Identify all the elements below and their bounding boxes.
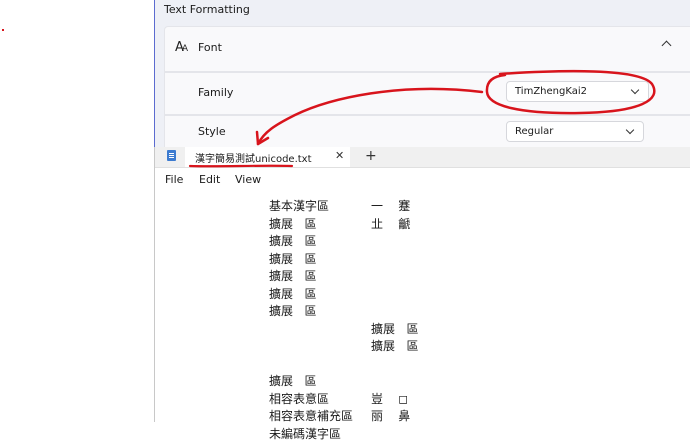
font-section-label: Font xyxy=(198,41,222,54)
family-label: Family xyxy=(198,86,233,99)
text-line: 𠀀 𠀀 𠀀 𠀀 𠀀 𠀀 𠀀 𠀀 擴展𠀀 𠀀 𠀀 區 𰀀 𠀀 𠀀 𠀀 𰀀 xyxy=(155,337,690,355)
text-line: 𠀀 𠀀 𠀀 𠀀 𠀀 𠀀 𠀀 擴展𠀀 𠀀 𠀀 區 𫝀𠀀 𠀀 𠀀 𠀀 𫠝 xyxy=(155,267,690,285)
text-line-c1: 𠀀 𠀀 𠀀 𠀀 𠀀 𠀀 𠀀 xyxy=(165,392,204,403)
text-line-c1: 𠀀 𠀀 𠀀 𠀀 𠀀 𠀀 𠀀 xyxy=(165,287,204,298)
text-line-c2: 基本漢字區 xyxy=(269,197,329,214)
text-line-c1: 𠀀 𠀀 𠀀 𠀀 𠀀 𠀀 𠀀 xyxy=(165,217,204,228)
menu-view[interactable]: View xyxy=(235,173,261,186)
style-setting-row: Style Regular xyxy=(164,115,690,149)
tab-title: 漢字簡易測試unicode.txt xyxy=(195,150,312,165)
text-line-c2: 相容表意區 xyxy=(269,390,329,407)
family-dropdown-value: TimZhengKai2 xyxy=(515,86,587,97)
text-line-c1: 𠀀 𠀀 𠀀 𠀀 𠀀 𠀀 𠀀 xyxy=(165,234,204,245)
text-line-c4: 𰀀 𠀀 𠀀 𠀀 𰀀 xyxy=(475,320,490,334)
text-line-c3: 𪜀𠀀 𠀀 𠀀 𠀀 𫜴 xyxy=(371,250,386,264)
text-line: 𠀀 𠀀 𠀀 𠀀 𠀀 𠀀 𠀀 擴展𠀀 𠀀 𠀀 區 xyxy=(155,372,690,390)
text-line-c3: 𠀀 𠀀 𠀀 𠀀 𠀀 xyxy=(371,425,386,439)
text-line-c1: 𠀀 𠀀 𠀀 𠀀 𠀀 𠀀 𠀀 xyxy=(165,199,204,210)
text-line: 𠀀 𠀀 𠀀 𠀀 𠀀 𠀀 𠀀 𠀀 𠀀 擴展𠀀 𠀀 𠀀 區 𰀀 𠀀 𠀀 𠀀 𰀀 xyxy=(155,320,690,338)
text-line-c1: 𠀀 𠀀 𠀀 𠀀 𠀀 𠀀 𠀀 xyxy=(165,252,204,263)
text-line: 𠀀 𠀀 𠀀 𠀀 𠀀 𠀀 𠀀 擴展𠀀 𠀀 𠀀 區 𪜀𠀀 𠀀 𠀀 𠀀 𫜴 xyxy=(155,250,690,268)
menu-file[interactable]: File xyxy=(165,173,183,186)
text-line-c1: 𠀀 𠀀 𠀀 𠀀 𠀀 𠀀 𠀀 𠀀 𠀀 xyxy=(165,357,216,368)
text-line-c2: 擴展𠀀 𠀀 𠀀 區 xyxy=(269,232,316,249)
text-line-c3: 𬺰𠀀 𠀀 𠀀 𠀀 𮯠 xyxy=(371,302,386,316)
text-line-c2: 未編碼漢字區 xyxy=(269,425,341,442)
font-section-header[interactable]: AA Font xyxy=(164,26,690,72)
text-line-c3: 擴展𠀀 𠀀 𠀀 區 xyxy=(371,337,418,354)
text-line-c1: 𠀀 𠀀 𠀀 𠀀 𠀀 𠀀 𠀀 xyxy=(165,304,204,315)
family-dropdown[interactable]: TimZhengKai2 xyxy=(506,81,649,102)
settings-title: Text Formatting xyxy=(164,3,250,16)
text-line-c3: 𫝀𠀀 𠀀 𠀀 𠀀 𫠝 xyxy=(371,267,386,281)
text-line: 𠀀 𠀀 𠀀 𠀀 𠀀 𠀀 𠀀 相容表意補充區 丽𠀀 𠀀 𠀀 𠀀 鼻 xyxy=(155,407,690,425)
text-line-c2: 擴展𠀀 𠀀 𠀀 區 xyxy=(269,285,316,302)
text-line-c1: 𠀀 𠀀 𠀀 𠀀 𠀀 𠀀 𠀀 𠀀 xyxy=(165,339,210,350)
text-formatting-panel: Text Formatting AA Font Family TimZhengK… xyxy=(154,0,690,147)
text-line-c4: 𰀀 𠀀 𠀀 𠀀 𰀀 xyxy=(475,337,490,351)
stray-red-dot xyxy=(2,29,4,31)
text-line-c3: 擴展𠀀 𠀀 𠀀 區 xyxy=(371,320,418,337)
text-line: 𠀀 𠀀 𠀀 𠀀 𠀀 𠀀 𠀀 擴展𠀀 𠀀 𠀀 區 㐀𠀀 𠀀 𠀀 𠀀 䶵 xyxy=(155,215,690,233)
menu-bar: File Edit View xyxy=(155,168,690,190)
family-setting-row: Family TimZhengKai2 xyxy=(164,72,690,115)
menu-edit[interactable]: Edit xyxy=(199,173,220,186)
text-line-c1: 𠀀 𠀀 𠀀 𠀀 𠀀 𠀀 𠀀 xyxy=(165,409,204,420)
text-line: 𠀀 𠀀 𠀀 𠀀 𠀀 𠀀 𠀀 未編碼漢字區 𠀀 𠀀 𠀀 𠀀 𠀀 xyxy=(155,425,690,443)
text-line: 𠀀 𠀀 𠀀 𠀀 𠀀 𠀀 𠀀 擴展𠀀 𠀀 𠀀 區 𫠠𠀀 𠀀 𠀀 𠀀 𬺡 xyxy=(155,285,690,303)
new-tab-button[interactable]: + xyxy=(365,148,377,164)
text-line-c3: 丽𠀀 𠀀 𠀀 𠀀 鼻 xyxy=(371,407,410,424)
text-line-c4: 𰀀 𠀀 𠀀 𠀀 𰀀 xyxy=(475,355,490,369)
text-line: 𠀀 𠀀 𠀀 𠀀 𠀀 𠀀 𠀀 擴展𠀀 𠀀 𠀀 區 𬺰𠀀 𠀀 𠀀 𠀀 𮯠 xyxy=(155,302,690,320)
font-aa-icon: AA xyxy=(175,40,186,55)
text-line-c3: 一𠀀 𠀀 𠀀 𠀀 蹇 xyxy=(371,197,410,214)
text-line-c2: 擴展𠀀 𠀀 𠀀 區 xyxy=(269,215,316,232)
close-icon[interactable]: ✕ xyxy=(335,149,344,162)
text-line-c1: 𠀀 𠀀 𠀀 𠀀 𠀀 𠀀 𠀀 xyxy=(165,374,204,385)
text-line-c2: 擴展𠀀 𠀀 𠀀 區 xyxy=(269,250,316,267)
tab-bar: 漢字簡易測試unicode.txt ✕ + xyxy=(155,147,690,168)
text-line-c1: 𠀀 𠀀 𠀀 𠀀 𠀀 𠀀 𠀀 𠀀 𠀀 xyxy=(165,322,216,333)
text-line-c1: 𠀀 𠀀 𠀀 𠀀 𠀀 𠀀 𠀀 xyxy=(165,427,204,438)
style-label: Style xyxy=(198,125,226,138)
text-line-c2: 擴展𠀀 𠀀 𠀀 區 xyxy=(269,267,316,284)
chevron-down-icon xyxy=(631,86,639,94)
text-line: 𠀀 𠀀 𠀀 𠀀 𠀀 𠀀 𠀀 𠀀 𠀀𰀀 𠀀 𠀀 𠀀 𰀀 xyxy=(155,355,690,373)
text-line-c3: 㐀𠀀 𠀀 𠀀 𠀀 䶵 xyxy=(371,215,410,232)
text-line-c3: 𫠠𠀀 𠀀 𠀀 𠀀 𬺡 xyxy=(371,285,386,299)
text-line-c2: 擴展𠀀 𠀀 𠀀 區 xyxy=(269,302,316,319)
chevron-up-icon[interactable] xyxy=(662,41,672,51)
text-line-c2: 相容表意補充區 xyxy=(269,407,353,424)
notepad-app-icon xyxy=(167,150,176,161)
file-tab[interactable]: 漢字簡易測試unicode.txt ✕ xyxy=(185,147,350,167)
text-line-c3: 𠀀𠀀 𠀀 𠀀 𠀀 𪛖 xyxy=(371,232,386,246)
text-editor[interactable]: 𠀀 𠀀 𠀀 𠀀 𠀀 𠀀 𠀀 基本漢字區 一𠀀 𠀀 𠀀 𠀀 蹇𠀀 𠀀 𠀀 𠀀 𠀀 𠀀 … xyxy=(155,197,690,422)
text-line-c3: 豈𠀀 𠀀 𠀀 𠀀 ◻ xyxy=(371,390,408,407)
chevron-down-icon xyxy=(626,126,634,134)
notepad-window: 漢字簡易測試unicode.txt ✕ + File Edit View 𠀀 𠀀… xyxy=(154,147,690,422)
text-line-c2: 擴展𠀀 𠀀 𠀀 區 xyxy=(269,372,316,389)
text-line-c1: 𠀀 𠀀 𠀀 𠀀 𠀀 𠀀 𠀀 xyxy=(165,269,204,280)
text-line: 𠀀 𠀀 𠀀 𠀀 𠀀 𠀀 𠀀 擴展𠀀 𠀀 𠀀 區 𠀀𠀀 𠀀 𠀀 𠀀 𪛖 xyxy=(155,232,690,250)
text-line: 𠀀 𠀀 𠀀 𠀀 𠀀 𠀀 𠀀 相容表意區 豈𠀀 𠀀 𠀀 𠀀 ◻ xyxy=(155,390,690,408)
style-dropdown[interactable]: Regular xyxy=(506,121,644,142)
text-line: 𠀀 𠀀 𠀀 𠀀 𠀀 𠀀 𠀀 基本漢字區 一𠀀 𠀀 𠀀 𠀀 蹇 xyxy=(155,197,690,215)
style-dropdown-value: Regular xyxy=(515,126,553,137)
